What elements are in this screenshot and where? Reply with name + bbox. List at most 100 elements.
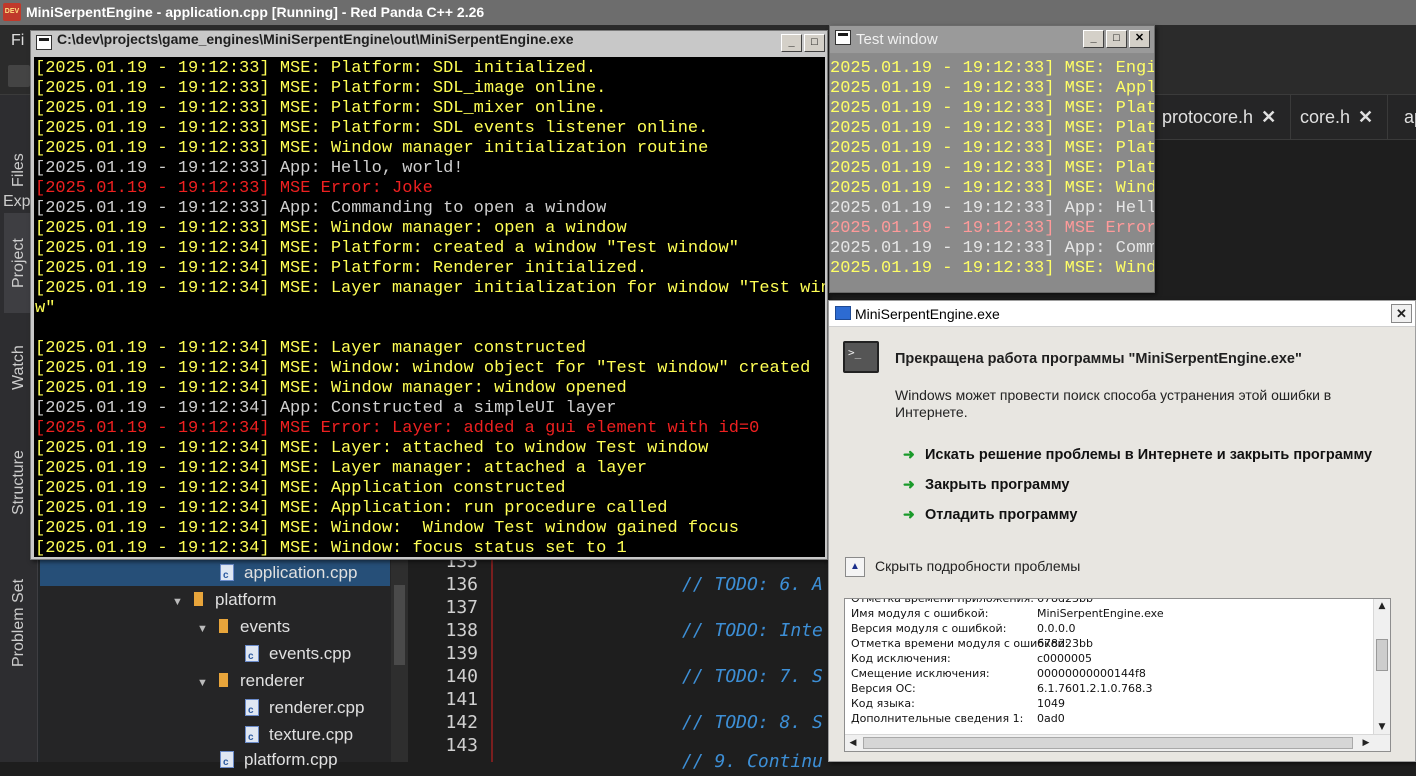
detail-key: Имя модуля с ошибкой: <box>851 607 989 620</box>
scrollbar-thumb[interactable] <box>863 737 1353 749</box>
console-line: [2025.01.19 - 19:12:33] MSE: Platform: S… <box>35 79 607 98</box>
close-button[interactable]: ✕ <box>1391 304 1412 323</box>
console-line: [2025.01.19 - 19:12:33] MSE: Platform: S… <box>35 59 597 78</box>
details-toggle-label: Скрыть подробности проблемы <box>875 558 1081 574</box>
test-window[interactable]: Test window _ □ ✕ 2025.01.19 - 19:12:33]… <box>829 25 1155 293</box>
minimize-button[interactable]: _ <box>1083 30 1104 48</box>
side-tab-structure-label: Structure <box>10 450 27 516</box>
ide-title-bar: DEV MiniSerpentEngine - application.cpp … <box>0 0 1416 25</box>
details-toggle[interactable]: ▲ Скрыть подробности проблемы <box>845 555 1081 578</box>
details-horizontal-scrollbar[interactable]: ◀ ▶ <box>845 734 1390 751</box>
detail-value: c0000005 <box>1037 652 1093 665</box>
test-window-log-line: 2025.01.19 - 19:12:33] MSE: Windo <box>830 259 1154 278</box>
side-tab-problem-set-label: Problem Set <box>10 578 27 668</box>
side-tab-project-label: Project <box>10 238 27 288</box>
tree-item-application-cpp[interactable]: application.cpp <box>40 559 390 589</box>
cpp-file-icon <box>220 562 234 589</box>
line-number: 143 <box>445 735 478 756</box>
scroll-left-icon[interactable]: ◀ <box>845 735 861 751</box>
detail-value: 0ad0 <box>1037 712 1065 725</box>
test-window-buttons: _ □ ✕ <box>1083 30 1150 48</box>
tab-core-h[interactable]: core.h ✕ <box>1286 95 1389 140</box>
console-line: [2025.01.19 - 19:12:34] MSE: Window: Win… <box>35 519 739 538</box>
tab-label: ap <box>1404 107 1416 127</box>
action-debug-program[interactable]: ➜ Отладить программу <box>903 504 1077 524</box>
console-title-bar[interactable]: C:\dev\projects\game_engines\MiniSerpent… <box>31 31 827 55</box>
console-line: [2025.01.19 - 19:12:33] App: Hello, worl… <box>35 159 464 178</box>
tree-item-renderer[interactable]: ▼ renderer <box>197 667 304 694</box>
console-line: [2025.01.19 - 19:12:34] MSE: Window: win… <box>35 359 811 378</box>
folder-icon <box>219 673 228 687</box>
side-tab-problem-set[interactable]: Problem Set <box>4 553 34 693</box>
detail-value: 6.1.7601.2.1.0.768.3 <box>1037 682 1153 695</box>
test-window-log-line: 2025.01.19 - 19:12:33] MSE: Platf <box>830 99 1154 118</box>
console-output[interactable]: [2025.01.19 - 19:12:33] MSE: Platform: S… <box>34 57 825 557</box>
folder-icon <box>219 619 228 633</box>
test-window-log-line: 2025.01.19 - 19:12:33] App: Comma <box>830 239 1154 258</box>
problem-details[interactable]: Отметка времени приложения: 678d23bb Имя м… <box>844 598 1391 752</box>
console-line: [2025.01.19 - 19:12:33] App: Commanding … <box>35 199 607 218</box>
scroll-right-icon[interactable]: ▶ <box>1358 735 1374 751</box>
minimize-button[interactable]: _ <box>781 34 802 52</box>
test-window-content: 2025.01.19 - 19:12:33] MSE: Engin 2025.01… <box>830 54 1154 292</box>
tree-item-label: platform <box>215 590 277 609</box>
test-window-log-line: 2025.01.19 - 19:12:33] MSE: Windo <box>830 179 1154 198</box>
tree-scrollbar[interactable] <box>391 545 408 762</box>
action-label: Закрыть программу <box>925 477 1070 493</box>
tree-item-events[interactable]: ▼ events <box>197 613 290 640</box>
code-comment: // TODO: Inte <box>682 620 823 641</box>
folder-icon <box>194 592 203 606</box>
error-dialog[interactable]: MiniSerpentEngine.exe ✕ Прекращена работ… <box>828 300 1416 762</box>
line-number: 138 <box>445 620 478 641</box>
scrollbar-thumb[interactable] <box>1376 639 1388 671</box>
close-icon[interactable]: ✕ <box>1261 107 1276 127</box>
chevron-down-icon[interactable]: ▼ <box>172 589 194 616</box>
green-arrow-icon: ➜ <box>903 476 915 492</box>
tree-item-platform[interactable]: ▼ platform <box>172 586 276 613</box>
tree-item-renderer-cpp[interactable]: renderer.cpp <box>245 694 365 724</box>
detail-key: Версия модуля с ошибкой: <box>851 622 1007 635</box>
tree-scrollbar-thumb[interactable] <box>394 585 405 665</box>
tree-item-platform-cpp[interactable]: platform.cpp <box>220 746 338 776</box>
tree-item-label: renderer.cpp <box>269 698 365 717</box>
detail-row: Дополнительные сведения 1: 0ad0 <box>851 711 1065 726</box>
tab-application-cpp[interactable]: ap <box>1390 95 1416 140</box>
action-close-program[interactable]: ➜ Закрыть программу <box>903 474 1069 494</box>
console-line: [2025.01.19 - 19:12:33] MSE: Platform: S… <box>35 99 607 118</box>
scroll-up-icon[interactable]: ▲ <box>1374 599 1390 614</box>
detail-row: Имя модуля с ошибкой: MiniSerpentEngine.e… <box>851 606 1164 621</box>
toolbar-new-icon[interactable] <box>8 65 30 87</box>
line-number: 139 <box>445 643 478 664</box>
details-vertical-scrollbar[interactable]: ▲ ▼ <box>1373 599 1390 735</box>
tree-item-events-cpp[interactable]: events.cpp <box>245 640 351 670</box>
test-window-log-line: 2025.01.19 - 19:12:33] MSE: Platf <box>830 139 1154 158</box>
test-window-log-line: 2025.01.19 - 19:12:33] MSE Error: <box>830 219 1154 238</box>
error-dialog-title-bar[interactable]: MiniSerpentEngine.exe <box>829 301 1415 327</box>
console-window-buttons: _ □ <box>781 34 825 52</box>
console-line: [2025.01.19 - 19:12:34] MSE: Application… <box>35 499 668 518</box>
menu-file[interactable]: Fi <box>11 32 24 49</box>
tree-item-label: texture.cpp <box>269 725 354 744</box>
close-button[interactable]: ✕ <box>1129 30 1150 48</box>
console-line: [2025.01.19 - 19:12:34] MSE: Window mana… <box>35 379 627 398</box>
green-arrow-icon: ➜ <box>903 506 915 522</box>
code-comment: // TODO: 7. S <box>682 666 823 687</box>
console-window[interactable]: C:\dev\projects\game_engines\MiniSerpent… <box>30 30 828 560</box>
tab-label: core.h <box>1300 107 1351 127</box>
action-search-online[interactable]: ➜ Искать решение проблемы в Интернете и з… <box>903 444 1372 464</box>
close-icon[interactable]: ✕ <box>1358 107 1373 127</box>
detail-key: Код языка: <box>851 697 915 710</box>
tab-protocore-h[interactable]: protocore.h ✕ <box>1148 95 1292 140</box>
chevron-down-icon[interactable]: ▼ <box>197 616 219 643</box>
error-description: Windows может провести поиск способа уст… <box>895 387 1332 420</box>
chevron-up-icon[interactable]: ▲ <box>845 557 865 578</box>
maximize-button[interactable]: □ <box>1106 30 1127 48</box>
console-line: w" <box>35 299 56 318</box>
cpp-file-icon <box>220 749 234 776</box>
detail-row: Отметка времени приложения: 678d23bb <box>851 599 1093 606</box>
maximize-button[interactable]: □ <box>804 34 825 52</box>
tree-item-texture-cpp[interactable]: texture.cpp <box>245 721 354 751</box>
chevron-down-icon[interactable]: ▼ <box>197 670 219 697</box>
scroll-down-icon[interactable]: ▼ <box>1374 720 1390 735</box>
test-window-log-line: 2025.01.19 - 19:12:33] MSE: Platf <box>830 159 1154 178</box>
